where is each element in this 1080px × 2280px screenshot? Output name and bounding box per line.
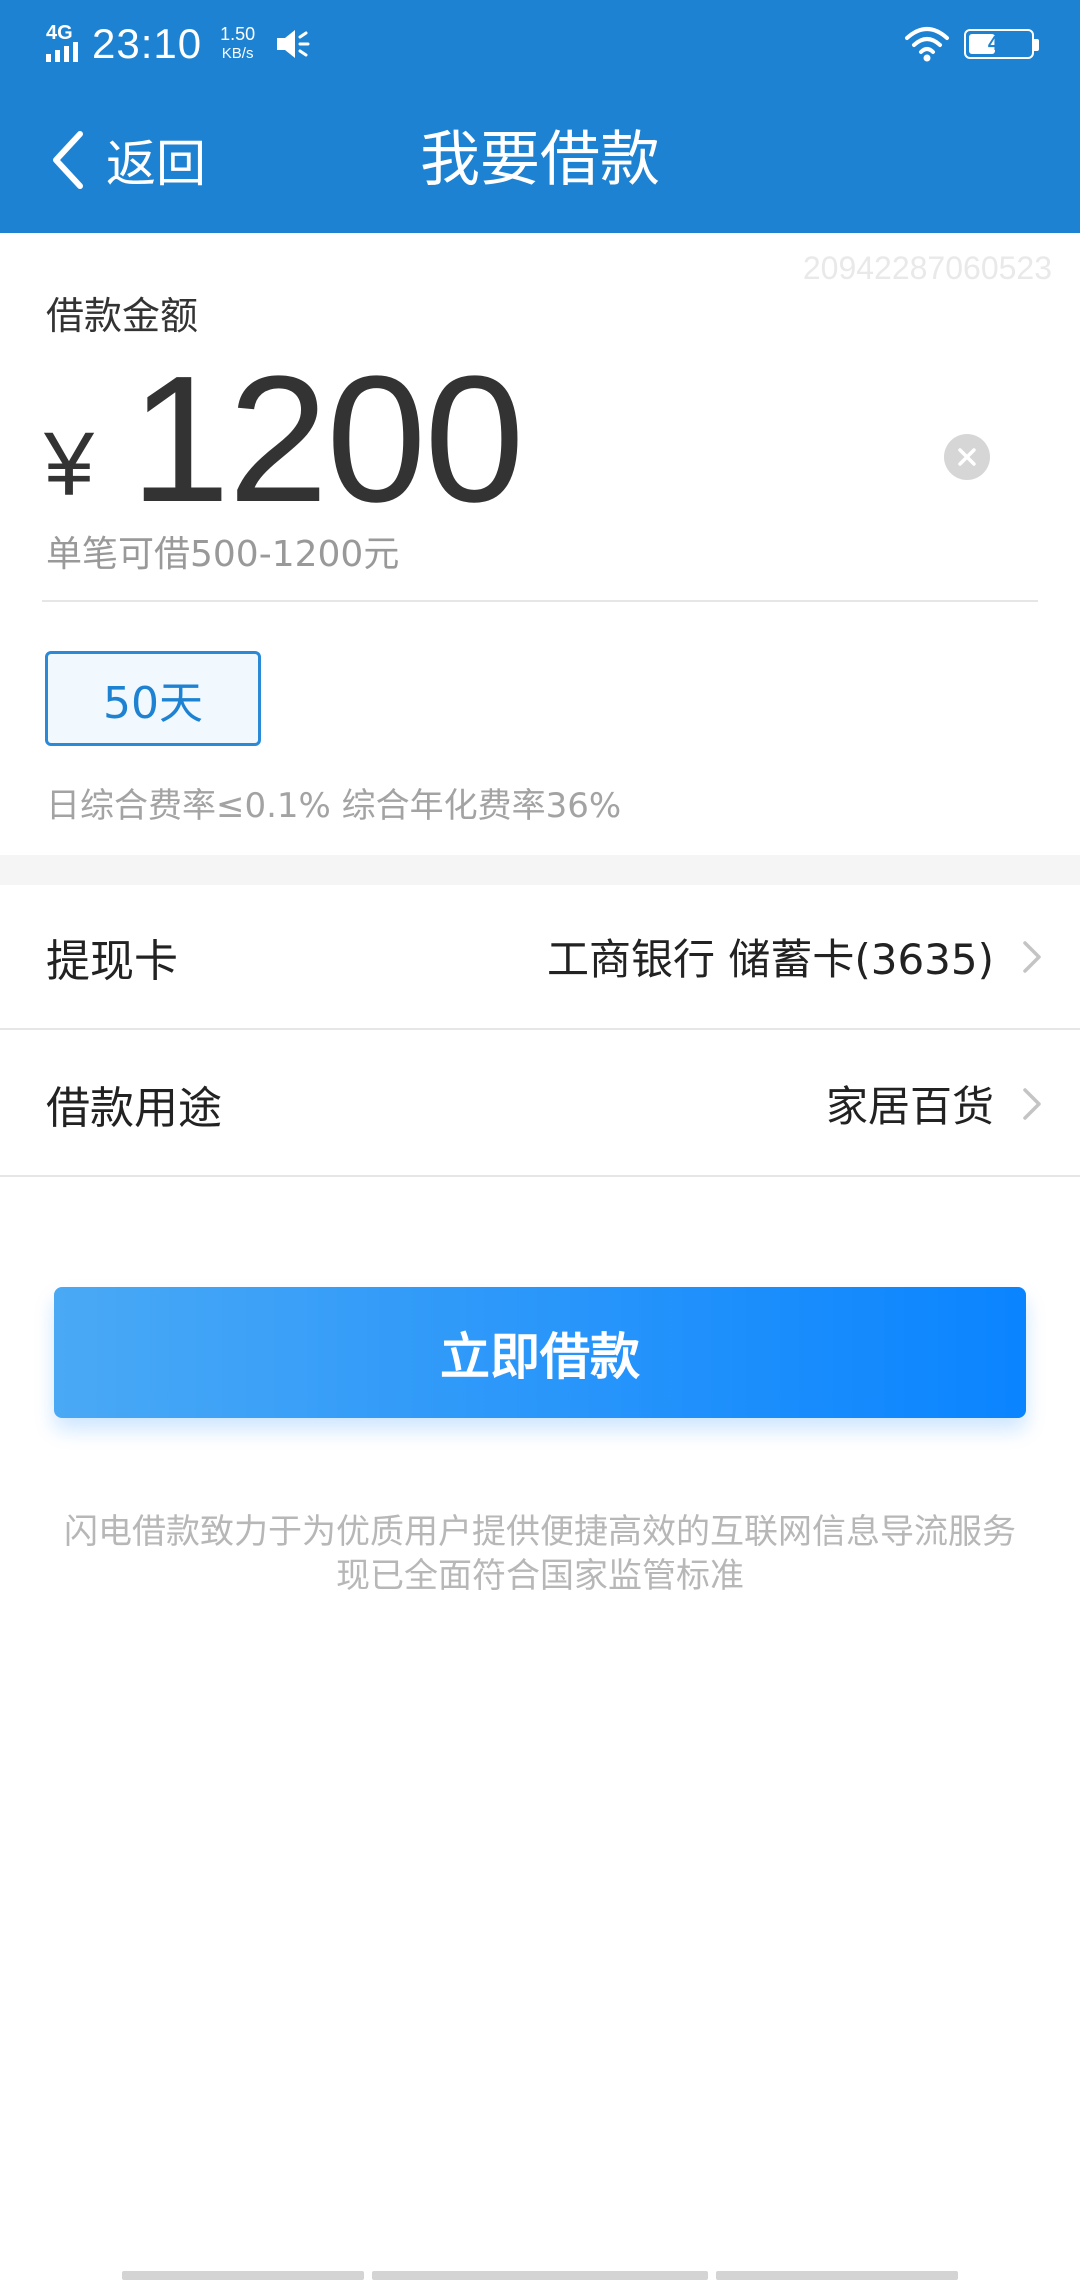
network-speed: 1.50 KB/s — [220, 24, 255, 64]
wifi-icon — [905, 27, 949, 62]
close-icon — [958, 448, 976, 466]
chevron-right-icon — [1023, 1087, 1041, 1120]
speed-value: 1.50 — [220, 24, 256, 44]
amount-value: 1200 — [130, 339, 524, 540]
amount-range-hint: 单笔可借500-1200元 — [46, 534, 400, 575]
signal-indicator: 4G — [46, 22, 82, 62]
bottom-indicator — [0, 2266, 1080, 2280]
withdraw-card-row[interactable]: 提现卡 工商银行 储蓄卡(3635) — [0, 885, 1080, 1030]
status-bar-right: 44 — [904, 22, 1039, 66]
divider — [42, 600, 1038, 602]
status-bar-left: 4G 23:10 1.50 KB/s — [46, 20, 311, 68]
currency-symbol: ¥ — [44, 415, 95, 515]
amount-input[interactable]: ¥ 1200 — [44, 339, 525, 540]
section-separator — [0, 855, 1080, 885]
signal-bars-icon — [46, 42, 78, 62]
rate-note: 日综合费率≤0.1% 综合年化费率36% — [46, 786, 622, 826]
term-option-50-days[interactable]: 50天 — [45, 651, 261, 746]
speed-unit: KB/s — [221, 45, 254, 62]
order-id: 20942287060523 — [802, 250, 1052, 286]
borrow-now-button[interactable]: 立即借款 — [54, 1287, 1026, 1418]
battery-level: 44 — [987, 32, 1011, 55]
chevron-right-icon — [1023, 940, 1041, 973]
loan-purpose-label: 借款用途 — [46, 1082, 222, 1134]
disclaimer-line-1: 闪电借款致力于为优质用户提供便捷高效的互联网信息导流服务 — [64, 1512, 1016, 1552]
disclaimer-line-2: 现已全面符合国家监管标准 — [336, 1556, 744, 1596]
indicator-bar — [716, 2271, 958, 2280]
loan-purpose-value: 家居百货 — [825, 1082, 994, 1131]
loan-purpose-row[interactable]: 借款用途 家居百货 — [0, 1032, 1080, 1177]
disclaimer: 闪电借款致力于为优质用户提供便捷高效的互联网信息导流服务 现已全面符合国家监管标… — [0, 1510, 1080, 1598]
clock: 23:10 — [92, 20, 203, 67]
battery-indicator: 44 — [964, 29, 1039, 59]
withdraw-card-label: 提现卡 — [46, 935, 178, 987]
indicator-bar — [122, 2271, 364, 2280]
amount-label: 借款金额 — [46, 294, 199, 338]
withdraw-card-value: 工商银行 储蓄卡(3635) — [546, 935, 994, 984]
clear-amount-button[interactable] — [944, 434, 990, 480]
indicator-bar — [372, 2271, 708, 2280]
page-title: 我要借款 — [420, 125, 660, 195]
app-header: 4G 23:10 1.50 KB/s 44 返回 我要借款 — [0, 0, 1080, 233]
battery-cap — [1034, 39, 1039, 51]
speaker-icon — [277, 30, 310, 58]
